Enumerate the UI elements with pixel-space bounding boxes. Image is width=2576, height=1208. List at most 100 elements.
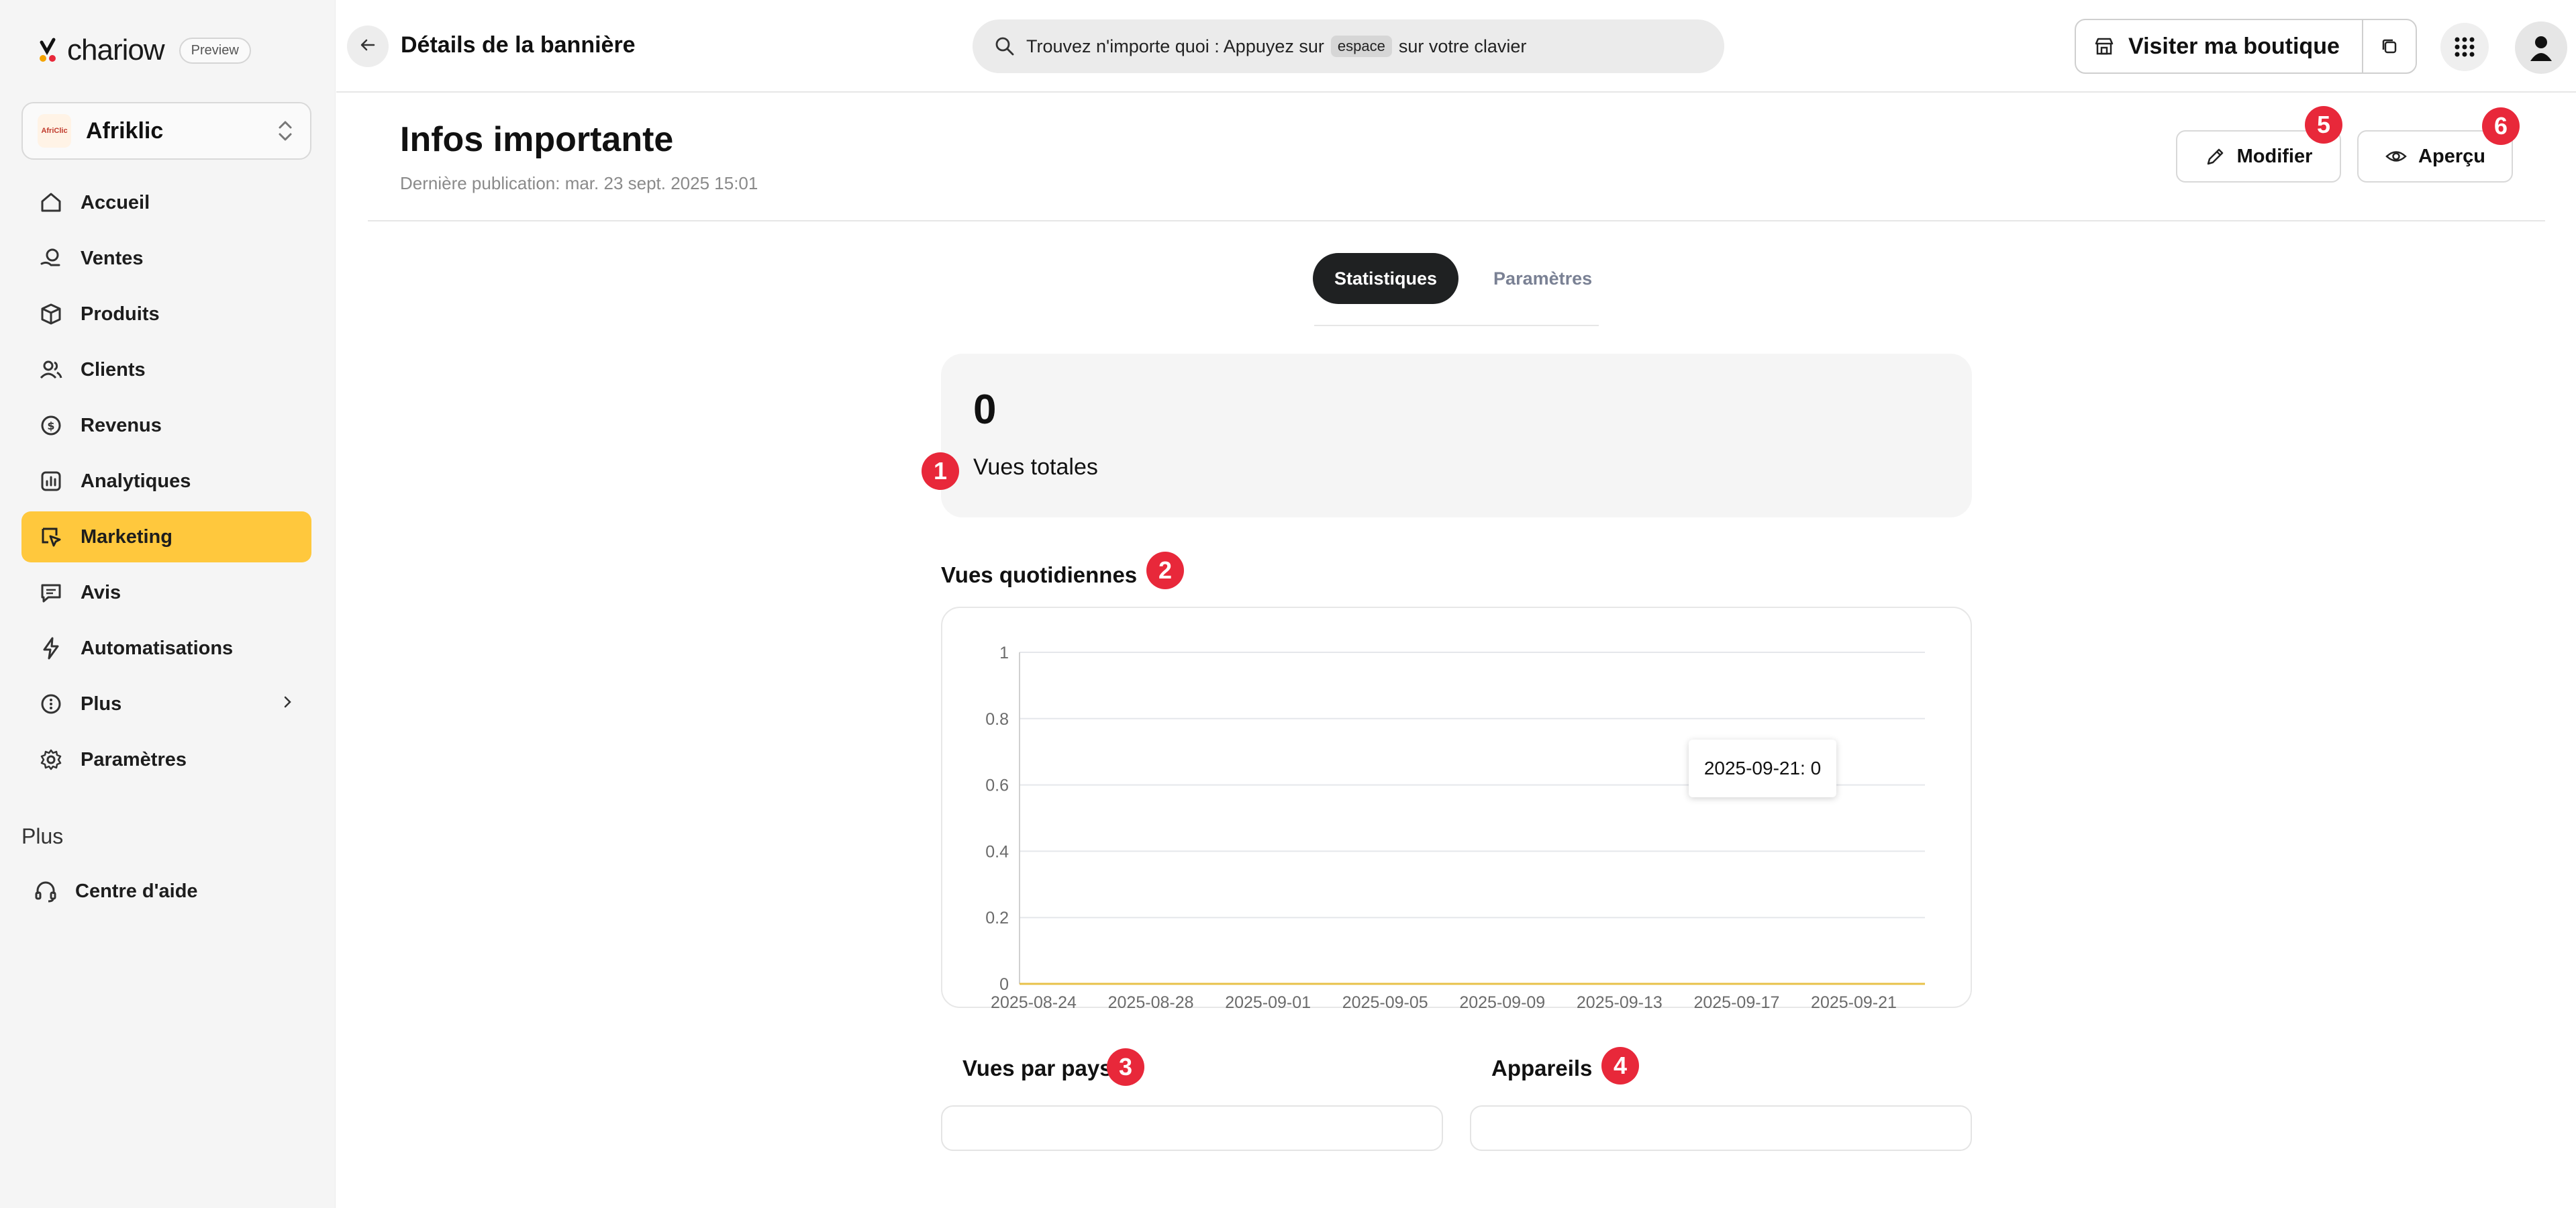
- user-avatar[interactable]: [2515, 21, 2567, 74]
- chart-ytick-label: 0.8: [985, 710, 1009, 729]
- arrow-left-icon: [358, 35, 378, 58]
- annotation-badge-6: 6: [2482, 107, 2520, 145]
- search-input[interactable]: Trouvez n'importe quoi : Appuyez sur esp…: [973, 19, 1724, 73]
- money-icon: $: [38, 412, 64, 439]
- visit-store-button[interactable]: Visiter ma boutique: [2076, 20, 2362, 72]
- devices-card: [1470, 1105, 1972, 1151]
- store-name: Afriklic: [86, 117, 164, 144]
- back-button[interactable]: [347, 26, 389, 67]
- annotation-badge-1: 1: [922, 452, 959, 490]
- sidebar-item-label: Plus: [81, 693, 122, 715]
- sidebar-item-automatisations[interactable]: Automatisations: [21, 623, 311, 674]
- sidebar-item-label: Automatisations: [81, 637, 234, 659]
- search-icon: [994, 36, 1015, 57]
- chariow-logo-icon: [36, 36, 60, 65]
- preview-button-label: Aperçu: [2418, 145, 2485, 167]
- page-title: Infos importante: [400, 120, 674, 159]
- gear-icon: [38, 746, 64, 773]
- search-placeholder-suffix: sur votre clavier: [1398, 36, 1527, 56]
- total-views-label: Vues totales: [973, 454, 1098, 480]
- chat-icon: [38, 579, 64, 606]
- tab-bar: Statistiques Paramètres: [1313, 253, 1614, 304]
- pencil-icon: [2205, 146, 2226, 167]
- sidebar-item-avis[interactable]: Avis: [21, 567, 311, 618]
- sidebar-item-label: Accueil: [81, 191, 150, 213]
- tab-parametres[interactable]: Paramètres: [1472, 253, 1614, 304]
- sidebar-item-help[interactable]: Centre d'aide: [21, 866, 311, 917]
- brand-logo[interactable]: chariow Preview: [36, 34, 251, 67]
- total-views-value: 0: [973, 387, 997, 433]
- tab-statistiques[interactable]: Statistiques: [1313, 253, 1459, 304]
- annotation-badge-3: 3: [1107, 1048, 1144, 1086]
- annotation-badge-2: 2: [1146, 552, 1184, 589]
- last-published-text: Dernière publication: mar. 23 sept. 2025…: [400, 173, 758, 193]
- chart-tooltip: 2025-09-21: 0: [1689, 740, 1836, 797]
- total-views-card: 0 Vues totales: [941, 354, 1972, 517]
- sidebar-item-plus[interactable]: Plus: [21, 678, 311, 729]
- chart-ytick-label: 0.2: [985, 909, 1009, 927]
- daily-views-title: Vues quotidiennes: [941, 562, 1138, 587]
- chart-ytick-label: 0: [999, 975, 1009, 994]
- sidebar-item-label: Centre d'aide: [75, 880, 198, 902]
- chart-ytick-label: 0.4: [985, 842, 1009, 861]
- analytics-icon: [38, 468, 64, 495]
- chart-xtick-label: 2025-08-28: [1108, 993, 1194, 1009]
- sidebar-item-parametres[interactable]: Paramètres: [21, 734, 311, 785]
- sidebar: chariow Preview AfriClic Afriklic Accuei…: [0, 0, 336, 1208]
- views-by-country-title: Vues par pays: [962, 1056, 1112, 1080]
- copy-link-button[interactable]: [2362, 20, 2416, 72]
- devices-title: Appareils: [1491, 1056, 1593, 1080]
- views-by-country-card: [941, 1105, 1443, 1151]
- chart-xtick-label: 2025-09-13: [1577, 993, 1663, 1009]
- annotation-badge-4: 4: [1601, 1047, 1639, 1085]
- copy-icon: [2379, 36, 2399, 56]
- home-icon: [38, 189, 64, 216]
- store-avatar: AfriClic: [38, 114, 71, 148]
- user-icon: [2525, 32, 2557, 64]
- visit-store-label: Visiter ma boutique: [2128, 33, 2340, 59]
- sidebar-item-accueil[interactable]: Accueil: [21, 177, 311, 228]
- chart-ytick-label: 1: [999, 644, 1009, 662]
- box-icon: [38, 301, 64, 328]
- topbar: Détails de la bannière Trouvez n'importe…: [336, 0, 2576, 93]
- header-divider: [368, 220, 2545, 221]
- headset-icon: [32, 878, 59, 905]
- users-icon: [38, 356, 64, 383]
- breadcrumb: Détails de la bannière: [401, 32, 636, 58]
- sidebar-item-label: Marketing: [81, 525, 172, 548]
- tab-divider: [1314, 325, 1599, 326]
- sidebar-nav: Accueil Ventes Produits Clients $ Revenu…: [21, 177, 311, 790]
- sidebar-item-analytiques[interactable]: Analytiques: [21, 456, 311, 507]
- daily-views-chart-svg: 0 0.2 0.4 0.6 0.8 1 2025-08-24 2025-08-28 2025-0…: [985, 644, 1925, 1009]
- daily-views-chart[interactable]: 0 0.2 0.4 0.6 0.8 1 2025-08-24 2025-08-28 2025-0…: [941, 607, 1972, 1009]
- chart-xtick-label: 2025-09-01: [1225, 993, 1311, 1009]
- chart-ytick-label: 0.6: [985, 776, 1009, 795]
- sidebar-item-ventes[interactable]: Ventes: [21, 233, 311, 284]
- store-switcher[interactable]: AfriClic Afriklic: [21, 102, 311, 160]
- sidebar-item-marketing[interactable]: Marketing: [21, 511, 311, 562]
- chart-xtick-label: 2025-09-09: [1459, 993, 1545, 1009]
- sidebar-section-label: Plus: [21, 824, 64, 848]
- edit-button-label: Modifier: [2236, 145, 2313, 167]
- sidebar-item-label: Ventes: [81, 247, 144, 269]
- grid-icon: [2453, 36, 2476, 58]
- eye-icon: [2385, 145, 2408, 168]
- sidebar-item-label: Clients: [81, 358, 146, 381]
- chart-xtick-label: 2025-08-24: [991, 993, 1077, 1009]
- search-placeholder-prefix: Trouvez n'importe quoi : Appuyez sur: [1026, 36, 1324, 56]
- sidebar-item-clients[interactable]: Clients: [21, 344, 311, 395]
- sidebar-item-label: Avis: [81, 581, 121, 603]
- sidebar-item-label: Revenus: [81, 414, 162, 436]
- sidebar-item-revenus[interactable]: $ Revenus: [21, 400, 311, 451]
- more-icon: [38, 691, 64, 717]
- apps-menu-button[interactable]: [2440, 23, 2489, 71]
- sidebar-item-produits[interactable]: Produits: [21, 289, 311, 340]
- chart-xtick-label: 2025-09-21: [1811, 993, 1897, 1009]
- sales-icon: [38, 245, 64, 272]
- preview-badge: Preview: [179, 37, 251, 64]
- annotation-badge-5: 5: [2305, 106, 2342, 144]
- chevron-updown-icon: [275, 117, 295, 144]
- store-icon: [2093, 36, 2115, 57]
- sidebar-item-label: Analytiques: [81, 470, 191, 492]
- chart-xtick-label: 2025-09-05: [1342, 993, 1428, 1009]
